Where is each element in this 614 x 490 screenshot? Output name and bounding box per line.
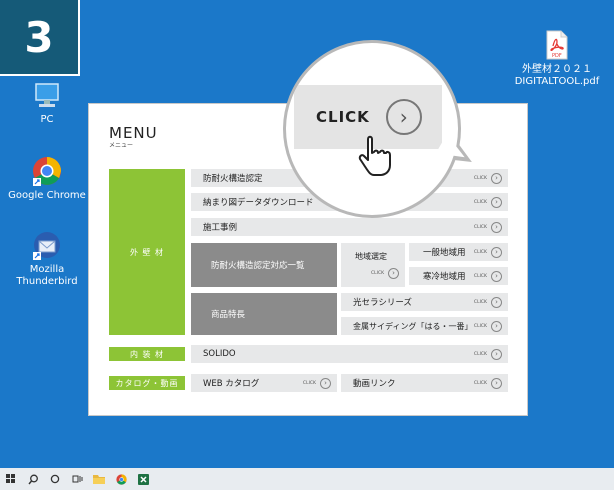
- section-label: 防耐火構造認定対応一覧: [211, 261, 305, 271]
- menu-item-label: 金属サイディング「はる・一番」: [353, 321, 473, 331]
- desktop-icon-label: Google Chrome: [8, 190, 86, 201]
- click-indicator: CLICK ›: [473, 196, 502, 208]
- click-indicator: CLICK ›: [473, 296, 502, 308]
- click-text: CLICK: [473, 224, 487, 230]
- click-text: CLICK: [473, 273, 487, 279]
- desktop-icon-pc[interactable]: PC: [28, 82, 66, 126]
- menu-item-label: 施工事例: [203, 223, 238, 233]
- desktop-icon-label: Mozilla: [29, 264, 65, 275]
- arrow-right-icon: ›: [491, 348, 502, 360]
- arrow-right-icon: ›: [491, 221, 502, 233]
- menu-item-web-catalog[interactable]: WEB カタログ CLICK ›: [191, 374, 337, 392]
- section-label: 外 壁 材: [129, 247, 165, 257]
- desktop-icon-pdf[interactable]: PDF 外壁材２０２１ DIGITALTOOL.pdf: [512, 30, 602, 88]
- search-button[interactable]: [22, 468, 44, 490]
- start-button[interactable]: [0, 468, 22, 490]
- task-view-button[interactable]: [66, 468, 88, 490]
- section-interior: 内 装 材: [109, 347, 185, 361]
- windows-icon: [6, 474, 15, 483]
- section-label: 内 装 材: [129, 349, 165, 359]
- desktop-icon-thunderbird[interactable]: Mozilla Thunderbird: [12, 230, 82, 288]
- click-indicator: CLICK ›: [473, 320, 502, 332]
- click-indicator: CLICK ›: [371, 268, 400, 279]
- arrow-right-icon: ›: [491, 377, 502, 389]
- pdf-icon: PDF: [546, 30, 568, 60]
- menu-subtitle: メニュー: [109, 142, 134, 149]
- menu-item-region-select[interactable]: 地域選定 CLICK ›: [341, 243, 405, 287]
- menu-item-label: 地域選定: [355, 252, 387, 261]
- excel-icon: [137, 473, 149, 485]
- click-text: CLICK: [473, 299, 487, 305]
- cortana-icon: [50, 474, 60, 484]
- section-fire-list: 防耐火構造認定対応一覧: [191, 243, 337, 287]
- menu-item-cold-region[interactable]: 寒冷地域用 CLICK ›: [409, 267, 508, 285]
- monitor-icon: [35, 83, 59, 107]
- click-indicator: CLICK ›: [473, 172, 502, 184]
- click-indicator: CLICK ›: [473, 348, 502, 360]
- click-indicator: CLICK ›: [473, 221, 502, 233]
- section-features: 商品特長: [191, 293, 337, 335]
- thunderbird-icon: [33, 232, 60, 260]
- step-number: 3: [0, 0, 80, 76]
- desktop: 3 PC Google Chrome Mozilla Thunderbird P…: [0, 0, 614, 468]
- desktop-icon-label: Thunderbird: [16, 276, 78, 287]
- menu-item-metal-siding[interactable]: 金属サイディング「はる・一番」 CLICK ›: [341, 317, 508, 335]
- arrow-right-icon: ›: [491, 320, 502, 332]
- section-catalog: カタログ・動画: [109, 376, 185, 390]
- menu-item-label: 一般地域用: [423, 248, 466, 258]
- callout-click-label: CLICK: [316, 108, 370, 126]
- menu-item-hikari-series[interactable]: 光セラシリーズ CLICK ›: [341, 293, 508, 311]
- menu-item-label: WEB カタログ: [203, 379, 260, 389]
- desktop-icon-chrome[interactable]: Google Chrome: [8, 156, 86, 202]
- taskbar: [0, 468, 614, 490]
- menu-item-label: 動画リンク: [353, 379, 396, 389]
- arrow-right-icon: ›: [320, 377, 331, 389]
- arrow-right-icon: ›: [491, 172, 502, 184]
- arrow-right-icon: ›: [491, 296, 502, 308]
- click-callout: CLICK ›: [283, 40, 461, 218]
- click-indicator: CLICK ›: [302, 377, 331, 389]
- arrow-right-icon: ›: [491, 196, 502, 208]
- hand-cursor-icon: [358, 135, 391, 176]
- click-text: CLICK: [473, 199, 487, 205]
- click-text: CLICK: [302, 380, 316, 386]
- taskbar-explorer[interactable]: [88, 468, 110, 490]
- menu-item-label: 光セラシリーズ: [353, 298, 412, 308]
- cortana-button[interactable]: [44, 468, 66, 490]
- click-indicator: CLICK ›: [473, 377, 502, 389]
- click-text: CLICK: [473, 323, 487, 329]
- menu-item-video-link[interactable]: 動画リンク CLICK ›: [341, 374, 508, 392]
- desktop-icon-label: PC: [40, 114, 54, 125]
- desktop-icon-label: DIGITALTOOL.pdf: [514, 76, 600, 87]
- taskbar-excel[interactable]: [132, 468, 154, 490]
- click-text: CLICK: [473, 249, 487, 255]
- click-indicator: CLICK ›: [473, 246, 502, 258]
- menu-item-general-region[interactable]: 一般地域用 CLICK ›: [409, 243, 508, 261]
- click-text: CLICK: [473, 380, 487, 386]
- menu-item-solido[interactable]: SOLIDO CLICK ›: [191, 345, 508, 363]
- arrow-right-icon: ›: [388, 268, 400, 279]
- taskbar-chrome[interactable]: [110, 468, 132, 490]
- section-label: 商品特長: [211, 310, 246, 320]
- click-text: CLICK: [473, 175, 487, 181]
- pdf-badge: PDF: [552, 53, 562, 59]
- click-text: CLICK: [473, 351, 487, 357]
- chrome-icon: [115, 473, 127, 485]
- chrome-icon: [33, 157, 61, 186]
- task-view-icon: [72, 475, 82, 483]
- section-label: カタログ・動画: [115, 378, 179, 388]
- folder-icon: [93, 475, 105, 484]
- section-exterior: 外 壁 材: [109, 169, 185, 335]
- arrow-right-icon: ›: [491, 270, 502, 282]
- menu-item-cases[interactable]: 施工事例 CLICK ›: [191, 218, 508, 236]
- menu-item-label: 寒冷地域用: [423, 272, 466, 282]
- arrow-right-icon: ›: [491, 246, 502, 258]
- search-icon: [27, 474, 38, 484]
- click-indicator: CLICK ›: [473, 270, 502, 282]
- click-text: CLICK: [371, 271, 385, 276]
- arrow-right-circle-icon: ›: [385, 99, 422, 135]
- desktop-icon-label: 外壁材２０２１: [522, 64, 592, 75]
- menu-item-label: SOLIDO: [203, 349, 236, 359]
